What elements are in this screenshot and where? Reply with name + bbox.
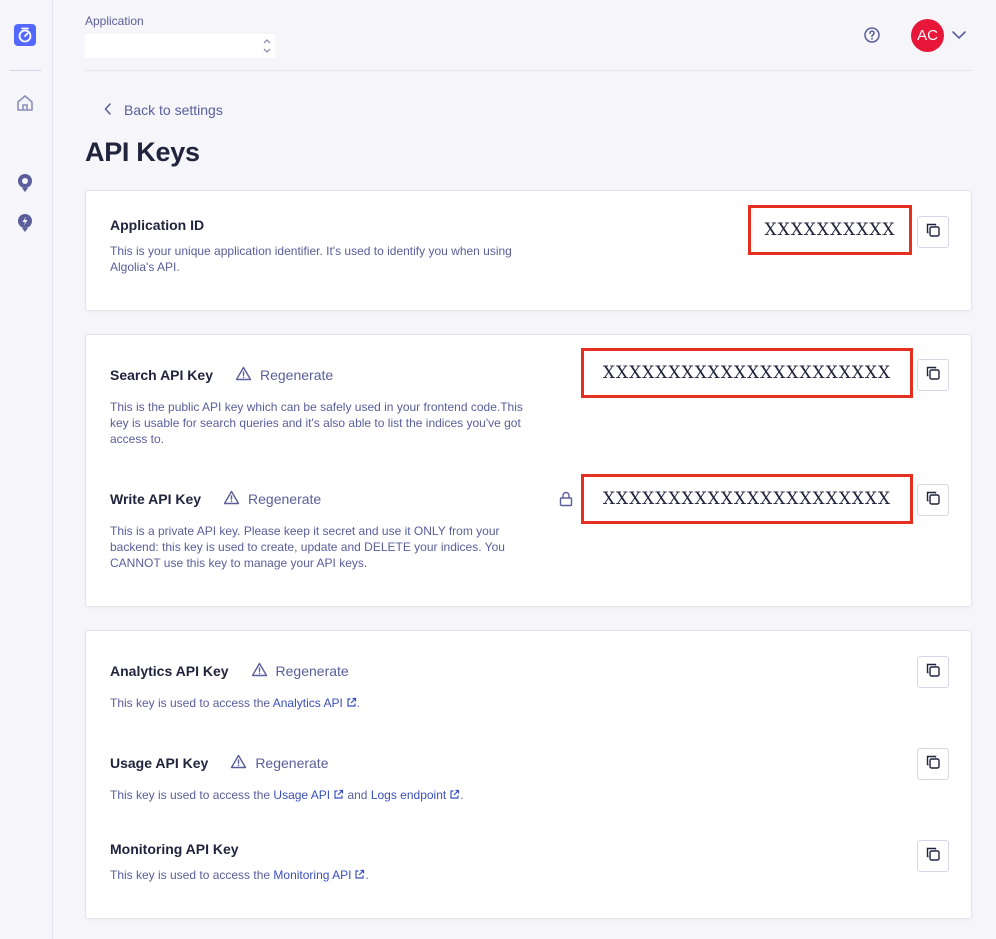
chevron-left-icon <box>104 102 112 118</box>
warning-icon <box>223 490 240 508</box>
warning-icon <box>235 366 252 384</box>
other-keys-card: Analytics API Key Regenerate This key is… <box>85 630 972 919</box>
search-product-icon[interactable] <box>14 172 36 194</box>
copy-icon <box>925 754 941 775</box>
copy-application-id-button[interactable] <box>917 216 949 248</box>
lock-icon[interactable] <box>559 491 573 507</box>
external-link-icon <box>346 696 357 712</box>
regenerate-label: Regenerate <box>255 755 329 771</box>
back-to-settings-link[interactable]: Back to settings <box>104 102 223 118</box>
monitoring-api-link[interactable]: Monitoring API <box>273 868 365 882</box>
usage-api-key-title: Usage API Key <box>110 755 209 771</box>
warning-icon <box>230 754 247 772</box>
regenerate-label: Regenerate <box>275 663 349 679</box>
logs-endpoint-link[interactable]: Logs endpoint <box>371 788 460 802</box>
regenerate-label: Regenerate <box>259 367 334 383</box>
monitoring-api-key-row: Monitoring API Key This key is used to a… <box>110 841 947 884</box>
external-link-icon <box>354 868 365 884</box>
warning-icon <box>251 662 268 680</box>
home-icon[interactable] <box>14 92 36 114</box>
analytics-api-key-title: Analytics API Key <box>110 663 229 679</box>
copy-icon <box>925 490 941 511</box>
page-title: API Keys <box>85 137 200 167</box>
copy-write-key-button[interactable] <box>917 484 949 516</box>
application-label: Application <box>85 14 144 28</box>
recommend-product-icon[interactable] <box>14 212 36 234</box>
write-api-key-title: Write API Key <box>110 491 202 507</box>
sidebar <box>0 0 53 939</box>
application-id-description: This is your unique application identifi… <box>110 244 512 274</box>
write-api-key-description: This is a private API key. Please keep i… <box>110 524 505 570</box>
user-avatar[interactable]: AC <box>911 19 944 52</box>
top-header: Application AC <box>85 0 972 71</box>
primary-keys-card: Search API Key Regenerate This is the pu… <box>85 334 972 607</box>
back-link-label: Back to settings <box>124 102 223 118</box>
search-api-key-title: Search API Key <box>110 367 213 383</box>
regenerate-analytics-key-button[interactable]: Regenerate <box>251 662 349 680</box>
analytics-api-link[interactable]: Analytics API <box>273 696 357 710</box>
copy-icon <box>925 662 941 683</box>
copy-monitoring-key-button[interactable] <box>917 840 949 872</box>
copy-usage-key-button[interactable] <box>917 748 949 780</box>
analytics-api-key-row: Analytics API Key Regenerate This key is… <box>110 662 947 712</box>
algolia-logo-icon[interactable] <box>14 24 36 46</box>
regenerate-label: Regenerate <box>248 491 322 507</box>
regenerate-search-key-button[interactable]: Regenerate <box>235 366 333 384</box>
monitoring-api-key-title: Monitoring API Key <box>110 841 239 857</box>
external-link-icon <box>449 788 460 804</box>
copy-icon <box>925 365 941 386</box>
copy-icon <box>925 222 941 243</box>
usage-api-key-row: Usage API Key Regenerate This key is use… <box>110 754 947 804</box>
monitoring-api-key-description: This key is used to access the Monitorin… <box>110 868 369 882</box>
application-id-card: Application ID This is your unique appli… <box>85 190 972 311</box>
analytics-api-key-description: This key is used to access the Analytics… <box>110 696 361 710</box>
usage-api-link[interactable]: Usage API <box>273 788 344 802</box>
write-api-key-value[interactable]: XXXXXXXXXXXXXXXXXXXXXX <box>581 474 913 524</box>
select-chevrons-icon <box>262 36 272 56</box>
application-id-value[interactable]: XXXXXXXXXX <box>748 205 912 255</box>
sidebar-divider <box>10 70 41 71</box>
usage-api-key-description: This key is used to access the Usage API… <box>110 788 464 802</box>
copy-search-key-button[interactable] <box>917 359 949 391</box>
help-icon[interactable] <box>863 26 881 44</box>
application-select[interactable] <box>85 34 275 58</box>
search-api-key-description: This is the public API key which can be … <box>110 400 523 446</box>
chevron-down-icon[interactable] <box>951 28 967 42</box>
external-link-icon <box>333 788 344 804</box>
search-api-key-value[interactable]: XXXXXXXXXXXXXXXXXXXXXX <box>581 348 913 398</box>
regenerate-write-key-button[interactable]: Regenerate <box>223 490 321 508</box>
copy-analytics-key-button[interactable] <box>917 656 949 688</box>
copy-icon <box>925 846 941 867</box>
regenerate-usage-key-button[interactable]: Regenerate <box>230 754 328 772</box>
